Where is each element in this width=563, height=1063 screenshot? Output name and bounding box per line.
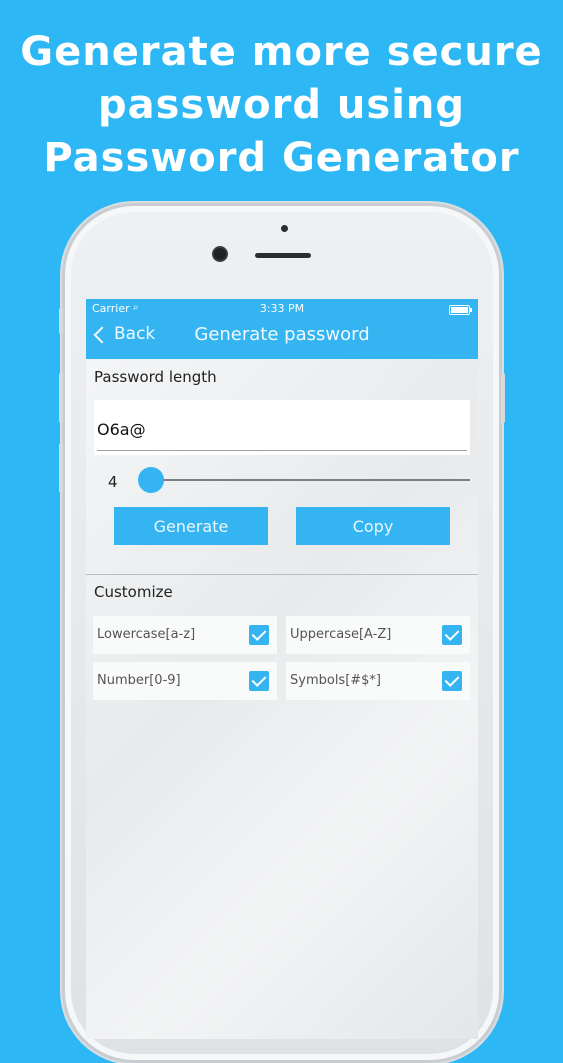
- symbols-checkbox[interactable]: [442, 671, 462, 691]
- headline-line-1: Generate more secure: [20, 29, 543, 75]
- phone-frame: Carrier ⌕ 3:33 PM Back Generate password…: [59, 203, 505, 1063]
- nav-title: Generate password: [194, 324, 370, 345]
- option-uppercase-label: Uppercase[A-Z]: [290, 627, 392, 642]
- battery-icon: [449, 305, 472, 315]
- power-button: [501, 373, 505, 423]
- lowercase-checkbox[interactable]: [249, 625, 269, 645]
- option-symbols-label: Symbols[#$*]: [290, 673, 382, 688]
- headline-line-2: password using: [97, 82, 466, 128]
- front-camera: [214, 248, 226, 260]
- uppercase-checkbox[interactable]: [442, 625, 462, 645]
- volume-down-button: [59, 443, 63, 493]
- mute-switch: [59, 308, 63, 334]
- status-time: 3:33 PM: [259, 302, 305, 315]
- copy-button[interactable]: Copy: [296, 507, 450, 545]
- section-divider: [86, 574, 478, 575]
- option-number[interactable]: Number[0-9]: [93, 662, 277, 700]
- volume-up-button: [59, 373, 63, 423]
- option-uppercase[interactable]: Uppercase[A-Z]: [286, 616, 470, 654]
- option-symbols[interactable]: Symbols[#$*]: [286, 662, 470, 700]
- option-lowercase-label: Lowercase[a-z]: [97, 627, 196, 642]
- proximity-sensor: [281, 225, 288, 232]
- length-slider-track[interactable]: [152, 479, 470, 481]
- length-slider-thumb[interactable]: [138, 467, 164, 493]
- app-screen: Carrier ⌕ 3:33 PM Back Generate password…: [86, 299, 478, 1039]
- length-value: 4: [108, 473, 118, 491]
- password-length-label: Password length: [94, 368, 217, 386]
- password-output-field[interactable]: O6a@: [94, 400, 470, 455]
- status-bar: Carrier ⌕ 3:33 PM: [86, 302, 478, 318]
- headline-line-3: Password Generator: [43, 135, 520, 181]
- option-number-label: Number[0-9]: [97, 673, 181, 688]
- customize-label: Customize: [94, 583, 173, 601]
- number-checkbox[interactable]: [249, 671, 269, 691]
- promo-headline: Generate more secure password using Pass…: [0, 26, 563, 185]
- earpiece-speaker: [255, 253, 311, 258]
- generate-button[interactable]: Generate: [114, 507, 268, 545]
- navigation-bar: Carrier ⌕ 3:33 PM Back Generate password: [86, 299, 478, 359]
- password-value: O6a@: [97, 420, 146, 439]
- option-lowercase[interactable]: Lowercase[a-z]: [93, 616, 277, 654]
- password-underline: [97, 450, 467, 451]
